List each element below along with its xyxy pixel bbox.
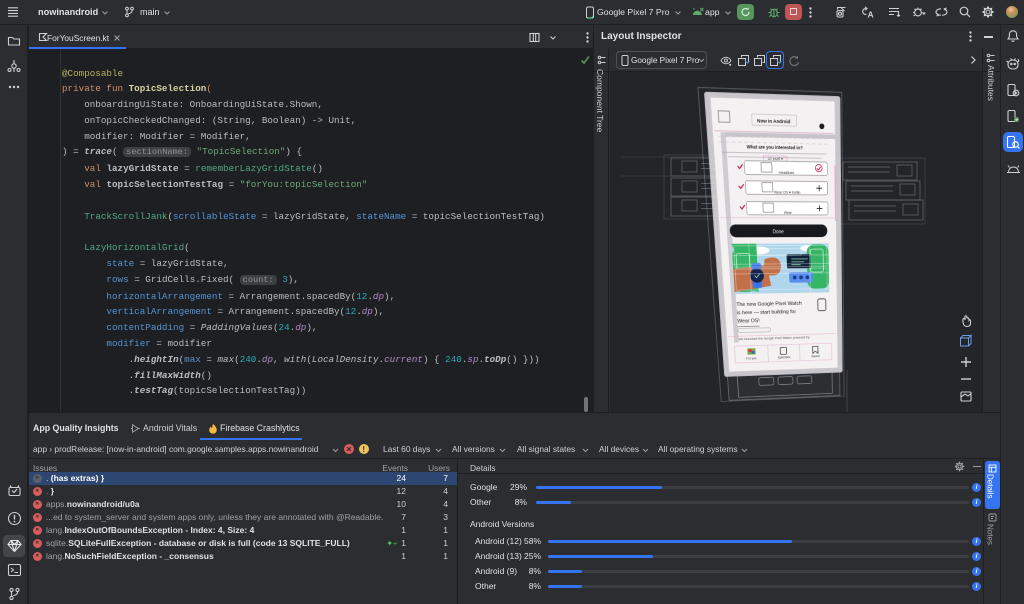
svg-text:Wear: Wear	[784, 210, 793, 214]
svg-text:A: A	[868, 10, 874, 20]
svg-text:For you: For you	[746, 356, 757, 360]
svg-text:Episodes: Episodes	[778, 355, 790, 359]
svg-text:Wear OS!: Wear OS!	[737, 318, 760, 324]
svg-text:Now in Android: Now in Android	[757, 119, 791, 125]
svg-text:What are you interested in?: What are you interested in?	[747, 145, 804, 151]
svg-text:Done: Done	[773, 229, 785, 235]
svg-text:Wear OS ♥ Kotlin: Wear OS ♥ Kotlin	[774, 190, 801, 194]
svg-text:Headlines: Headlines	[779, 170, 795, 174]
svg-text:Saved: Saved	[811, 354, 820, 358]
